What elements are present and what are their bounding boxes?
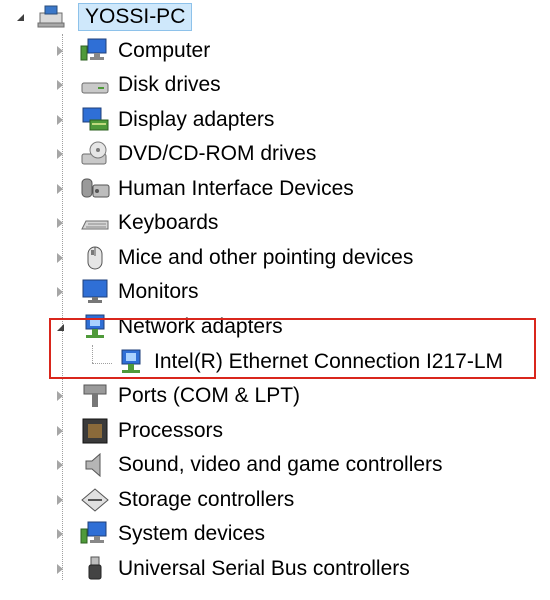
expand-icon[interactable]: [54, 494, 66, 506]
mouse-icon: [80, 244, 110, 272]
hid-icon: [80, 175, 110, 203]
expand-icon[interactable]: [54, 528, 66, 540]
expand-icon[interactable]: [54, 183, 66, 195]
expand-icon[interactable]: [54, 390, 66, 402]
tree-item-label: Disk drives: [118, 73, 221, 96]
tree-item-label: System devices: [118, 522, 266, 545]
tree-item-label: Processors: [118, 419, 224, 442]
tree-item-label: Storage controllers: [118, 488, 295, 511]
expand-icon[interactable]: [54, 425, 66, 437]
tree-item-label: Computer: [118, 39, 211, 62]
device-tree: YOSSI-PC Computer Disk drives Display ad…: [0, 0, 550, 600]
tree-item-label: Sound, video and game controllers: [118, 453, 443, 476]
tree-item-hid[interactable]: Human Interface Devices: [54, 172, 354, 206]
computer-icon: [80, 37, 110, 65]
keyboard-icon: [80, 209, 110, 237]
processor-icon: [80, 417, 110, 445]
highlight-box: [49, 318, 536, 379]
tree-item-label: Ports (COM & LPT): [118, 384, 301, 407]
computer-icon: [36, 3, 66, 31]
tree-item-monitors[interactable]: Monitors: [54, 275, 199, 309]
tree-item-label: Monitors: [118, 280, 199, 303]
tree-item-processors[interactable]: Processors: [54, 414, 223, 448]
expand-icon[interactable]: [54, 114, 66, 126]
tree-item-label: Human Interface Devices: [118, 177, 354, 200]
tree-item-label: Keyboards: [118, 211, 219, 234]
tree-item-label: DVD/CD-ROM drives: [118, 142, 317, 165]
tree-item-dvd-drives[interactable]: DVD/CD-ROM drives: [54, 137, 316, 171]
tree-item-usb[interactable]: Universal Serial Bus controllers: [54, 552, 410, 586]
expand-icon[interactable]: [54, 252, 66, 264]
expand-icon[interactable]: [54, 148, 66, 160]
expand-icon[interactable]: [54, 79, 66, 91]
tree-item-computer[interactable]: Computer: [54, 34, 210, 68]
disk-drive-icon: [80, 71, 110, 99]
tree-item-system-devices[interactable]: System devices: [54, 517, 265, 551]
tree-item-label: Display adapters: [118, 108, 275, 131]
tree-item-mice[interactable]: Mice and other pointing devices: [54, 241, 413, 275]
expand-icon[interactable]: [54, 286, 66, 298]
dvd-drive-icon: [80, 140, 110, 168]
tree-item-disk-drives[interactable]: Disk drives: [54, 68, 221, 102]
root-label: YOSSI-PC: [78, 3, 193, 31]
root-node[interactable]: YOSSI-PC: [14, 0, 193, 34]
tree-item-label: Mice and other pointing devices: [118, 246, 414, 269]
tree-item-ports[interactable]: Ports (COM & LPT): [54, 379, 300, 413]
tree-item-storage-controllers[interactable]: Storage controllers: [54, 483, 294, 517]
tree-item-keyboards[interactable]: Keyboards: [54, 206, 218, 240]
collapse-icon[interactable]: [14, 11, 26, 23]
system-device-icon: [80, 520, 110, 548]
monitor-icon: [80, 278, 110, 306]
port-icon: [80, 382, 110, 410]
expand-icon[interactable]: [54, 45, 66, 57]
display-adapter-icon: [80, 106, 110, 134]
tree-item-display-adapters[interactable]: Display adapters: [54, 103, 274, 137]
usb-icon: [80, 555, 110, 583]
storage-controller-icon: [80, 486, 110, 514]
tree-item-sound[interactable]: Sound, video and game controllers: [54, 448, 443, 482]
speaker-icon: [80, 451, 110, 479]
expand-icon[interactable]: [54, 563, 66, 575]
expand-icon[interactable]: [54, 217, 66, 229]
expand-icon[interactable]: [54, 459, 66, 471]
tree-item-label: Universal Serial Bus controllers: [118, 557, 410, 580]
